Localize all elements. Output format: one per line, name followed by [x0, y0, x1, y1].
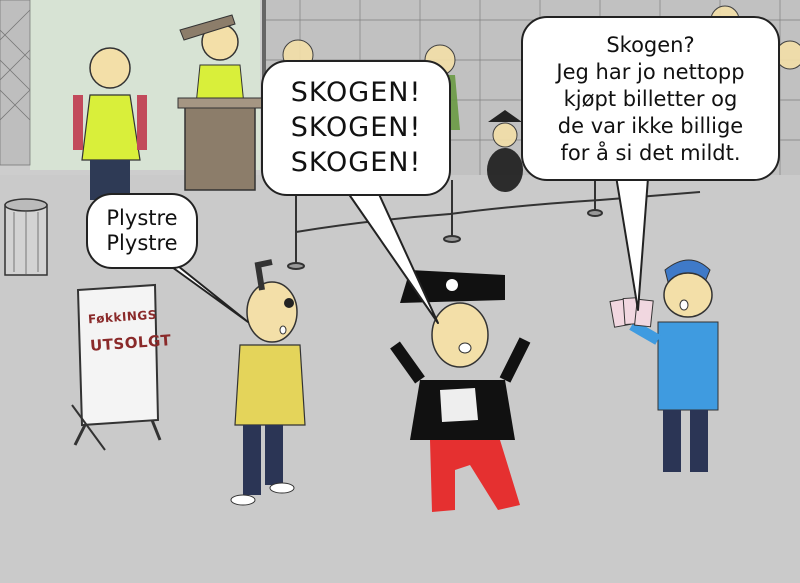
tickets-in-hand [609, 296, 654, 328]
comic-panel: Plystre Plystre SKOGEN! SKOGEN! SKOGEN! … [0, 0, 800, 583]
fence-left [0, 0, 31, 166]
trash-bin [4, 198, 48, 276]
speech-bubble-plystre: Plystre Plystre [86, 193, 198, 269]
speech-bubble-tickets: Skogen? Jeg har jo nettopp kjøpt billett… [521, 16, 780, 181]
speech-bubble-skogen: SKOGEN! SKOGEN! SKOGEN! [261, 60, 451, 196]
